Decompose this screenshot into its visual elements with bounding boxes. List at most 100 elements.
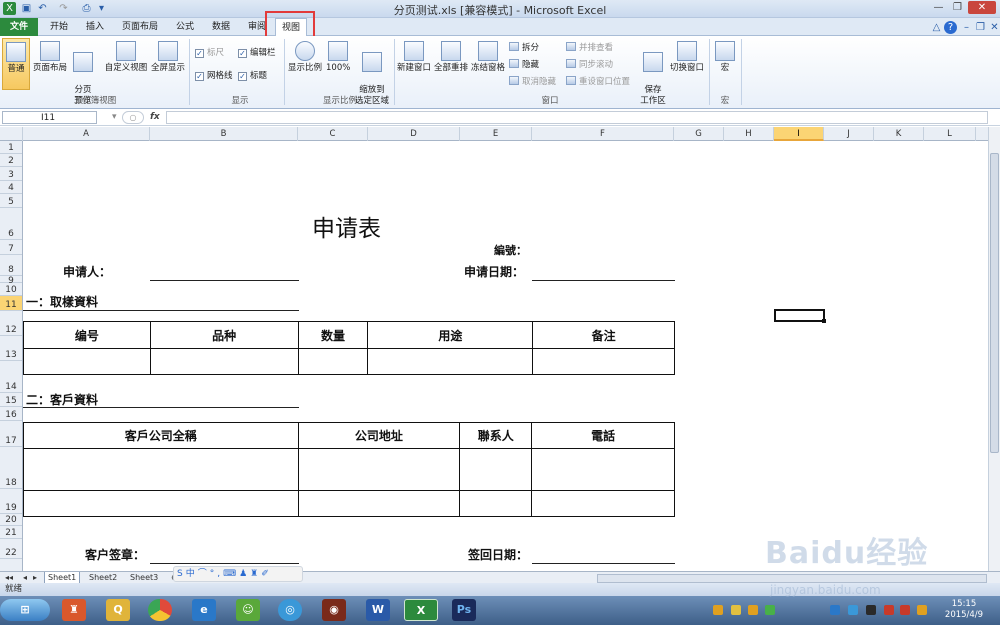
table-cell[interactable] [297,490,461,517]
row-header[interactable]: 5 [0,194,22,208]
tab-file[interactable]: 文件 [0,18,38,36]
tab-page-layout[interactable]: 页面布局 [118,18,162,36]
tray-icon[interactable] [748,605,758,615]
full-screen-button[interactable]: 全屏显示 [150,41,186,74]
table-cell[interactable] [23,490,299,517]
wechat-icon[interactable]: ☺ [236,599,260,621]
worksheet[interactable]: 申请表 編號： 申请人： 申请日期： 一：取樣資料 编号 品种 数量 用途 备注… [23,141,988,571]
row-header[interactable]: 8 [0,255,22,276]
table-cell[interactable] [297,448,461,491]
sync-scroll-button[interactable]: 同步滚动 [566,59,613,71]
column-header-selected[interactable]: I [774,127,824,141]
select-all-corner[interactable] [0,127,23,141]
headings-checkbox[interactable]: ✓ 标题 [238,71,267,82]
row-header[interactable]: 7 [0,240,22,255]
macros-button[interactable]: 宏 [713,41,737,74]
column-header[interactable]: F [532,127,674,141]
column-header[interactable]: A [23,127,150,141]
column-header[interactable]: J [824,127,874,141]
tray-icon[interactable] [866,605,876,615]
table-cell[interactable] [532,348,675,375]
start-icon[interactable]: ⊞ [0,599,50,621]
help-icon[interactable]: ? [944,21,957,34]
minimize-icon[interactable]: — [930,1,947,14]
table-cell[interactable] [149,348,299,375]
table-cell[interactable] [531,490,675,517]
formula-input[interactable] [166,111,988,124]
column-header[interactable]: D [368,127,460,141]
table-cell[interactable] [459,448,533,491]
row-header[interactable]: 19 [0,489,22,514]
qq-icon[interactable]: Q [106,599,130,621]
vertical-scroll-thumb[interactable] [990,153,999,453]
formula-bar-handle-icon[interactable]: ○ [122,111,144,124]
row-header[interactable]: 21 [0,526,22,539]
tray-icon[interactable] [830,605,840,615]
table-cell[interactable] [531,448,675,491]
row-header[interactable]: 13 [0,336,22,361]
tray-icon[interactable] [731,605,741,615]
name-box[interactable]: I11 [2,111,97,124]
custom-views-button[interactable]: 自定义视图 [104,41,148,74]
table-cell[interactable] [459,490,533,517]
row-header[interactable]: 9 [0,276,22,286]
ime-toolbar[interactable]: S中⌒°,⌨♟♜✐ [173,566,303,582]
horizontal-scrollbar[interactable] [597,574,987,583]
save-workspace-button[interactable]: 保存 工作区 [638,41,668,107]
chrome-icon[interactable] [148,599,172,621]
word-icon[interactable]: W [366,599,390,621]
media-icon[interactable]: ◉ [322,599,346,621]
close-icon[interactable]: ✕ [968,1,996,14]
fill-handle[interactable] [822,319,826,323]
doc-minimize-icon[interactable]: – [960,21,973,34]
tray-icon[interactable] [848,605,858,615]
switch-windows-button[interactable]: 切换窗口 [669,41,705,74]
row-header[interactable]: 3 [0,167,22,181]
table-cell[interactable] [367,348,534,375]
ie-icon[interactable]: e [192,599,216,621]
page-layout-view-button[interactable]: 页面布局 [32,41,68,74]
column-header[interactable]: G [674,127,724,141]
row-header[interactable]: 20 [0,514,22,526]
column-header[interactable]: H [724,127,774,141]
ribbon-minimize-icon[interactable]: △ [930,21,943,34]
tab-data[interactable]: 数据 [206,18,236,36]
reset-position-button[interactable]: 重设窗口位置 [566,76,630,88]
restore-icon[interactable]: ❐ [949,1,966,14]
table-cell[interactable] [23,448,299,491]
row-header[interactable]: 2 [0,154,22,167]
tray-icon[interactable] [713,605,723,615]
doc-close-icon[interactable]: ✕ [988,21,1000,34]
tab-home[interactable]: 开始 [44,18,74,36]
row-header[interactable]: 22 [0,539,22,559]
browser-icon[interactable]: ◎ [278,599,302,621]
excel-icon[interactable]: X [404,599,438,621]
vertical-scrollbar[interactable] [988,127,1000,571]
column-header[interactable]: B [150,127,298,141]
normal-view-button[interactable]: 普通 [2,38,30,90]
tray-icon[interactable] [765,605,775,615]
insert-function-button[interactable]: fx [150,111,162,124]
row-header-selected[interactable]: 11 [0,296,22,311]
arrange-all-button[interactable]: 全部重排 [434,41,468,74]
row-header[interactable]: 18 [0,447,22,489]
row-header[interactable]: 6 [0,208,22,240]
row-header[interactable]: 16 [0,407,22,421]
row-header[interactable]: 17 [0,421,22,447]
row-header[interactable]: 12 [0,311,22,336]
row-header[interactable]: 10 [0,283,22,296]
row-header[interactable]: 14 [0,361,22,393]
tab-formulas[interactable]: 公式 [170,18,200,36]
tray-icon[interactable] [884,605,894,615]
row-header[interactable]: 4 [0,181,22,194]
row-header[interactable]: 15 [0,393,22,407]
active-cell-i11[interactable] [774,309,825,322]
side-by-side-button[interactable]: 并排查看 [566,42,613,54]
zoom-100-button[interactable]: 100% [326,41,350,74]
photoshop-icon[interactable]: Ps [452,599,476,621]
column-header[interactable]: C [298,127,368,141]
clock[interactable]: 15:15 2015/4/9 [944,599,984,621]
column-header[interactable]: K [874,127,924,141]
column-header[interactable]: E [460,127,532,141]
tray-icon[interactable] [917,605,927,615]
